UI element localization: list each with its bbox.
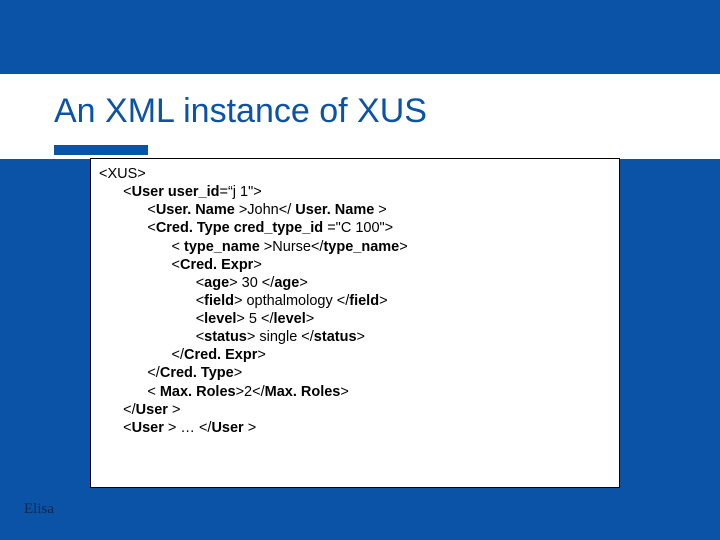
code-line: <Cred. Expr>: [99, 256, 611, 274]
slide-title: An XML instance of XUS: [54, 92, 427, 131]
code-line: </User >: [99, 401, 611, 419]
code-line: </Cred. Expr>: [99, 346, 611, 364]
code-line: < type_name >Nurse</type_name>: [99, 238, 611, 256]
xml-code-block: <XUS> <User user_id=“j 1"> <User. Name >…: [90, 158, 620, 488]
code-line: <User user_id=“j 1">: [99, 183, 611, 201]
code-line: <level> 5 </level>: [99, 310, 611, 328]
code-line: </Cred. Type>: [99, 364, 611, 382]
code-line: <XUS>: [99, 165, 611, 183]
code-line: <age> 30 </age>: [99, 274, 611, 292]
footer-author: Elisa: [24, 501, 54, 518]
slide: An XML instance of XUS <XUS> <User user_…: [0, 0, 720, 540]
code-line: <User > … </User >: [99, 419, 611, 437]
code-line: < Max. Roles>2</Max. Roles>: [99, 383, 611, 401]
code-line: <Cred. Type cred_type_id ="C 100">: [99, 219, 611, 237]
title-underline: [54, 145, 148, 155]
code-line: <field> opthalmology </field>: [99, 292, 611, 310]
code-line: <status> single </status>: [99, 328, 611, 346]
code-line: <User. Name >John</ User. Name >: [99, 201, 611, 219]
